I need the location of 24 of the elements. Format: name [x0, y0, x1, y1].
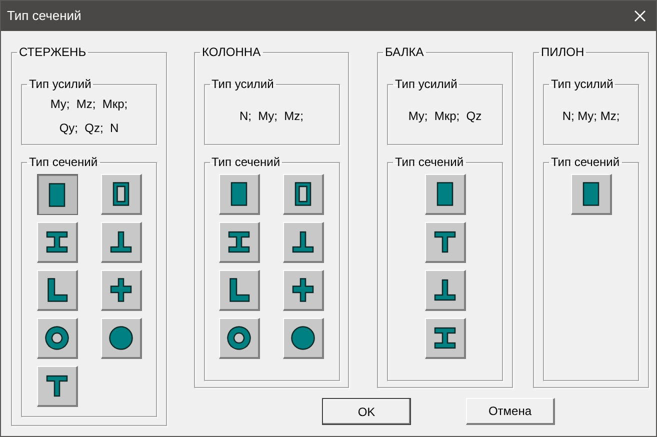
- group-title: Тип сечений: [394, 155, 465, 169]
- group-title: КОЛОННА: [201, 45, 262, 59]
- force-list: Qy; Qz; N: [59, 119, 119, 137]
- group-title: СТЕРЖЕНЬ: [18, 45, 88, 59]
- group-title: БАЛКА: [384, 45, 425, 59]
- force-list: My; Mz; Mкр;: [50, 95, 128, 113]
- section-type-button[interactable]: [36, 174, 78, 215]
- close-icon[interactable]: [634, 10, 646, 22]
- circle-icon: [288, 323, 318, 353]
- group-title: Тип усилий: [550, 77, 614, 91]
- force-list: N; My; Mz;: [240, 107, 304, 125]
- cancel-button[interactable]: Отмена: [466, 398, 555, 425]
- force-list: N; My; Mz;: [562, 107, 620, 125]
- group-title: ПИЛОН: [540, 45, 586, 59]
- group-title: Тип усилий: [210, 77, 275, 91]
- group-title: Тип усилий: [394, 77, 458, 91]
- group-title: Тип сечений: [210, 155, 282, 169]
- force-list: My; Mкр; Qz: [408, 107, 482, 125]
- window-title: Тип сечений: [7, 7, 82, 26]
- group-title: Тип сечений: [550, 155, 621, 169]
- group-title: Тип сечений: [28, 155, 99, 169]
- ok-button[interactable]: OK: [322, 398, 411, 425]
- ring-icon: [224, 323, 254, 353]
- group-title: Тип усилий: [28, 77, 92, 91]
